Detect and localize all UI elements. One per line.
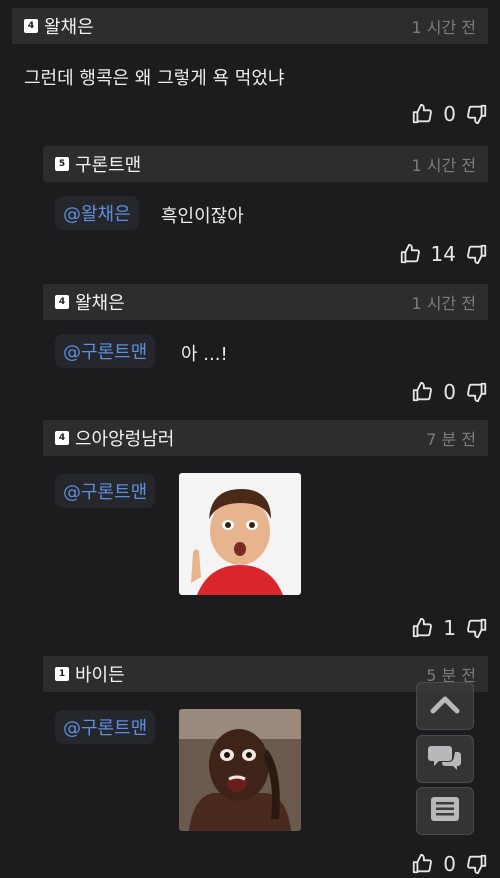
thumbs-up-icon[interactable] <box>411 853 433 875</box>
nickname[interactable]: 바이든 <box>75 661 125 687</box>
chevron-up-icon <box>430 694 460 718</box>
comment-text: 흑인이잖아 <box>161 206 244 227</box>
thumbs-down-icon[interactable] <box>466 243 488 265</box>
level-badge: 4 <box>24 19 38 33</box>
attached-image-shocked-man[interactable] <box>179 709 301 831</box>
thumbs-up-icon[interactable] <box>411 103 433 125</box>
like-count: 0 <box>443 852 456 876</box>
timestamp: 1 시간 전 <box>411 294 476 313</box>
comment-header: 4 왈채은 1 시간 전 <box>43 284 488 320</box>
vote-bar: 0 <box>411 100 488 128</box>
comment-1: 4 왈채은 1 시간 전 그런데 행콕은 왜 그렇게 욕 먹었냐 0 <box>12 8 500 132</box>
comment-header: 4 왈채은 1 시간 전 <box>12 8 488 44</box>
nickname[interactable]: 왈채은 <box>44 13 94 39</box>
mention-tag[interactable]: @왈채은 <box>55 196 139 230</box>
comment-text: 아 ...! <box>181 344 228 365</box>
thumbs-down-icon[interactable] <box>466 617 488 639</box>
timestamp: 1 시간 전 <box>411 156 476 175</box>
thumbs-down-icon[interactable] <box>466 853 488 875</box>
level-badge: 1 <box>55 667 69 681</box>
thumbs-up-icon[interactable] <box>399 243 421 265</box>
mention-tag[interactable]: @구론트맨 <box>55 710 156 744</box>
comment-header: 5 구론트맨 1 시간 전 <box>43 146 488 182</box>
level-badge: 4 <box>55 295 69 309</box>
mention-tag[interactable]: @구론트맨 <box>55 474 156 508</box>
list-button[interactable] <box>416 787 474 835</box>
vote-bar: 14 <box>399 240 488 268</box>
thumbs-up-icon[interactable] <box>411 381 433 403</box>
scroll-top-button[interactable] <box>416 682 474 730</box>
thumbs-down-icon[interactable] <box>466 381 488 403</box>
nickname[interactable]: 으아앙렁남러 <box>75 425 174 451</box>
like-count: 1 <box>443 616 456 640</box>
comment-text: 그런데 행콕은 왜 그렇게 욕 먹었냐 <box>24 68 285 89</box>
like-count: 0 <box>443 102 456 126</box>
level-badge: 5 <box>55 157 69 171</box>
thumbs-up-icon[interactable] <box>411 617 433 639</box>
comment-2: 5 구론트맨 1 시간 전 @왈채은 흑인이잖아 14 <box>43 146 500 274</box>
thumbs-down-icon[interactable] <box>466 103 488 125</box>
attached-image-surprised-boy[interactable] <box>179 473 301 595</box>
comment-header: 4 으아앙렁남러 7 분 전 <box>43 420 488 456</box>
chat-bubbles-icon <box>427 742 463 776</box>
vote-bar: 0 <box>411 850 488 878</box>
timestamp: 7 분 전 <box>426 430 476 449</box>
like-count: 14 <box>430 242 456 266</box>
nickname[interactable]: 왈채은 <box>75 289 125 315</box>
list-icon <box>430 796 460 826</box>
mention-tag[interactable]: @구론트맨 <box>55 334 156 368</box>
level-badge: 4 <box>55 431 69 445</box>
vote-bar: 1 <box>411 614 488 642</box>
comment-4: 4 으아앙렁남러 7 분 전 @구론트맨 1 <box>43 420 500 646</box>
nickname[interactable]: 구론트맨 <box>75 151 141 177</box>
comment-3: 4 왈채은 1 시간 전 @구론트맨 아 ...! 0 <box>43 284 500 410</box>
chat-button[interactable] <box>416 735 474 783</box>
like-count: 0 <box>443 380 456 404</box>
vote-bar: 0 <box>411 378 488 406</box>
timestamp: 1 시간 전 <box>411 18 476 37</box>
